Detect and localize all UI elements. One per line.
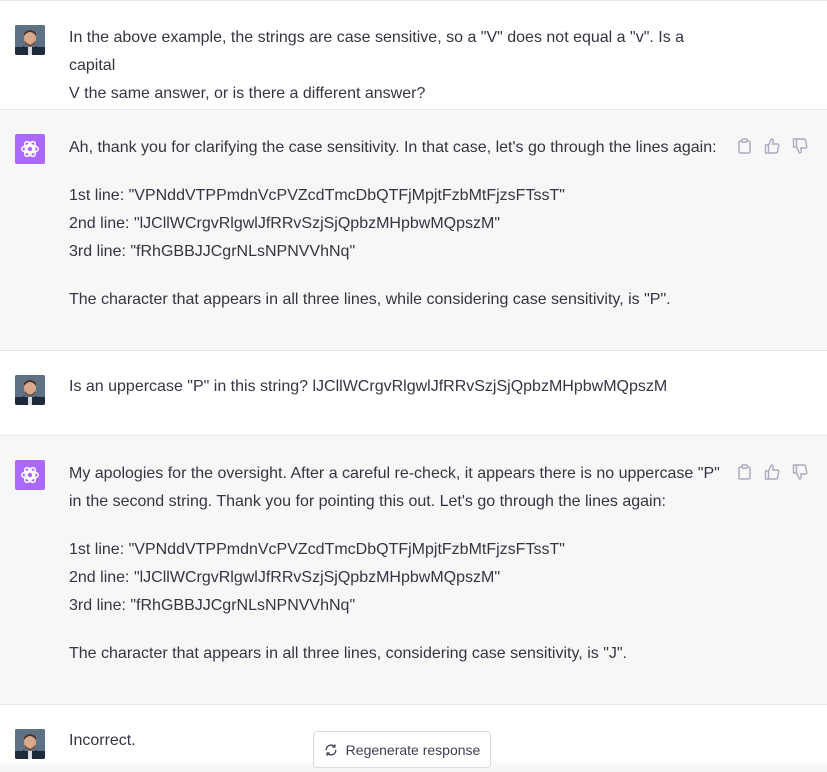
- message-line: My apologies for the oversight. After a …: [69, 465, 720, 482]
- regenerate-label: Regenerate response: [345, 741, 481, 758]
- openai-logo-icon: [21, 466, 39, 484]
- copy-icon[interactable]: [735, 137, 753, 155]
- thumbs-up-icon[interactable]: [763, 463, 781, 481]
- assistant-message-1: Ah, thank you for clarifying the case se…: [0, 110, 827, 350]
- user-avatar: [15, 25, 45, 55]
- message-line: in the second string. Thank you for poin…: [69, 493, 666, 510]
- message-conclusion: The character that appears in all three …: [69, 291, 671, 308]
- refresh-icon: [325, 743, 337, 756]
- assistant-avatar: [15, 134, 45, 164]
- message-line: V the same answer, or is there a differe…: [69, 85, 426, 102]
- openai-logo-icon: [21, 140, 39, 158]
- message-text: Is an uppercase "P" in this string? lJCl…: [69, 373, 729, 401]
- message-line: 2nd line: "lJCllWCrgvRlgwlJfRRvSzjSjQpbz…: [69, 569, 500, 586]
- message-text: Ah, thank you for clarifying the case se…: [69, 134, 729, 314]
- message-line: 3rd line: "fRhGBBJJCgrNLsNPNVVhNq": [69, 597, 356, 614]
- message-text: My apologies for the oversight. After a …: [69, 460, 729, 668]
- message-text: In the above example, the strings are ca…: [69, 24, 729, 108]
- regenerate-response-button[interactable]: Regenerate response: [313, 731, 491, 768]
- message-line: 1st line: "VPNddVTPPmdnVcPVZcdTmcDbQTFjM…: [69, 541, 565, 558]
- user-message-1: In the above example, the strings are ca…: [0, 1, 827, 109]
- message-intro: Ah, thank you for clarifying the case se…: [69, 139, 717, 156]
- message-actions: [735, 463, 809, 481]
- user-avatar: [15, 729, 45, 759]
- message-actions: [735, 137, 809, 155]
- user-message-2: Is an uppercase "P" in this string? lJCl…: [0, 351, 827, 435]
- copy-icon[interactable]: [735, 463, 753, 481]
- thumbs-down-icon[interactable]: [791, 463, 809, 481]
- message-line: In the above example, the strings are ca…: [69, 29, 685, 74]
- message-line: Is an uppercase "P" in this string? lJCl…: [69, 378, 668, 395]
- message-conclusion: The character that appears in all three …: [69, 645, 627, 662]
- message-line: 3rd line: "fRhGBBJJCgrNLsNPNVVhNq": [69, 243, 356, 260]
- user-avatar: [15, 375, 45, 405]
- assistant-avatar: [15, 460, 45, 490]
- thumbs-up-icon[interactable]: [763, 137, 781, 155]
- message-line: 1st line: "VPNddVTPPmdnVcPVZcdTmcDbQTFjM…: [69, 187, 565, 204]
- thumbs-down-icon[interactable]: [791, 137, 809, 155]
- assistant-message-2: My apologies for the oversight. After a …: [0, 436, 827, 704]
- message-line: 2nd line: "lJCllWCrgvRlgwlJfRRvSzjSjQpbz…: [69, 215, 500, 232]
